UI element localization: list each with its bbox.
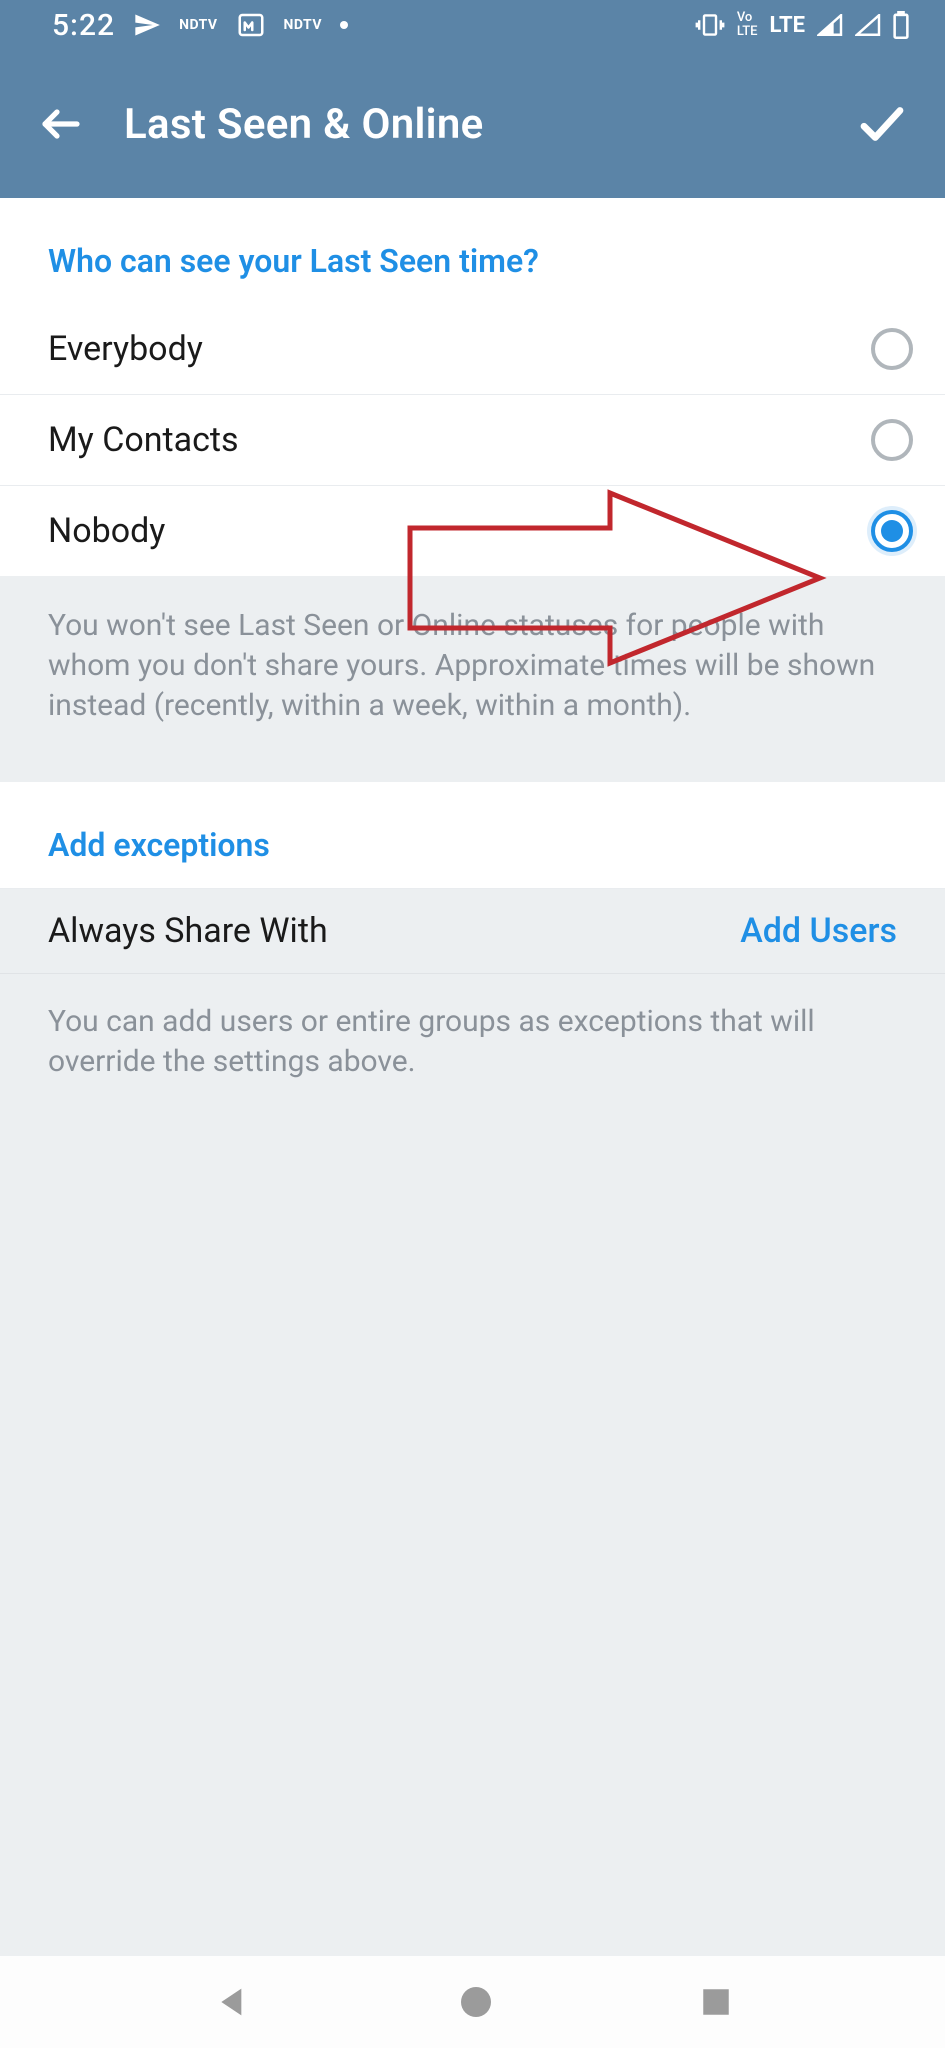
option-everybody[interactable]: Everybody xyxy=(0,304,945,395)
paper-plane-icon xyxy=(133,11,161,39)
option-label: My Contacts xyxy=(48,420,239,460)
nav-back-button[interactable] xyxy=(213,1982,253,2022)
section-who-title: Who can see your Last Seen time? xyxy=(0,198,945,304)
page-title: Last Seen & Online xyxy=(124,100,484,149)
option-my-contacts[interactable]: My Contacts xyxy=(0,395,945,486)
add-users-button[interactable]: Add Users xyxy=(740,911,897,951)
triangle-back-icon xyxy=(213,1982,253,2022)
nav-home-button[interactable] xyxy=(458,1984,494,2020)
status-bar: 5:22 NDTV NDTV Vo LTE LTE xyxy=(0,0,945,50)
vibrate-icon xyxy=(695,13,725,37)
signal-icon-2 xyxy=(855,14,881,36)
battery-icon xyxy=(893,11,909,39)
volte-top: Vo xyxy=(737,10,752,25)
nav-recent-button[interactable] xyxy=(699,1985,733,2019)
section-who-hint: You won't see Last Seen or Online status… xyxy=(0,576,945,760)
option-label: Nobody xyxy=(48,511,165,551)
status-app-label-2: NDTV xyxy=(284,17,322,33)
screen: 5:22 NDTV NDTV Vo LTE LTE xyxy=(0,0,945,2048)
arrow-left-icon xyxy=(37,100,85,148)
confirm-button[interactable] xyxy=(847,89,917,159)
back-button[interactable] xyxy=(26,89,96,159)
check-icon xyxy=(855,97,909,151)
square-recent-icon xyxy=(699,1985,733,2019)
always-share-row[interactable]: Always Share With Add Users xyxy=(0,888,945,973)
section-exceptions-hint: You can add users or entire groups as ex… xyxy=(0,973,945,1116)
volte-bottom: LTE xyxy=(737,24,758,39)
status-time: 5:22 xyxy=(52,8,115,43)
app-bar: Last Seen & Online xyxy=(0,50,945,198)
radio-icon-selected xyxy=(871,510,913,552)
status-right: Vo LTE LTE xyxy=(695,11,909,39)
lte-indicator: LTE xyxy=(770,13,805,38)
status-dot-icon xyxy=(340,21,348,29)
signal-icon-1 xyxy=(817,14,843,36)
status-app-label-1: NDTV xyxy=(179,17,217,33)
section-gap xyxy=(0,760,945,782)
volte-indicator: Vo LTE xyxy=(737,11,758,39)
section-exceptions: Add exceptions xyxy=(0,782,945,888)
option-label: Everybody xyxy=(48,329,203,369)
always-share-label: Always Share With xyxy=(48,911,328,951)
my-app-icon xyxy=(236,10,266,40)
section-exceptions-title: Add exceptions xyxy=(0,782,945,888)
status-left: 5:22 NDTV NDTV xyxy=(52,8,348,43)
system-nav-bar xyxy=(0,1956,945,2048)
option-nobody[interactable]: Nobody xyxy=(0,486,945,576)
radio-icon xyxy=(871,419,913,461)
section-who: Who can see your Last Seen time? Everybo… xyxy=(0,198,945,576)
radio-icon xyxy=(871,328,913,370)
circle-home-icon xyxy=(458,1984,494,2020)
